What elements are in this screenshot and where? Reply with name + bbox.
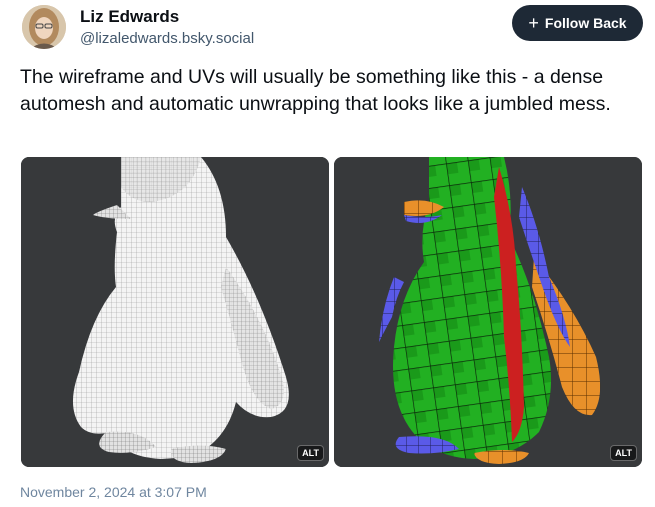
alt-badge[interactable]: ALT xyxy=(610,445,637,461)
avatar-image xyxy=(22,5,66,49)
wireframe-image[interactable]: ALT xyxy=(21,157,329,467)
post-text: The wireframe and UVs will usually be so… xyxy=(20,66,611,115)
uv-penguin-illustration xyxy=(334,157,642,467)
follow-back-label: Follow Back xyxy=(544,15,627,31)
author-name[interactable]: Liz Edwards xyxy=(80,7,179,27)
follow-back-button[interactable]: + Follow Back xyxy=(512,5,643,41)
author-handle[interactable]: @lizaledwards.bsky.social xyxy=(80,30,254,47)
plus-icon: + xyxy=(528,13,539,33)
uv-image[interactable]: ALT xyxy=(334,157,642,467)
post-timestamp[interactable]: November 2, 2024 at 3:07 PM xyxy=(20,484,207,500)
wireframe-penguin-illustration xyxy=(21,157,329,467)
avatar[interactable] xyxy=(22,5,66,49)
alt-badge[interactable]: ALT xyxy=(297,445,324,461)
